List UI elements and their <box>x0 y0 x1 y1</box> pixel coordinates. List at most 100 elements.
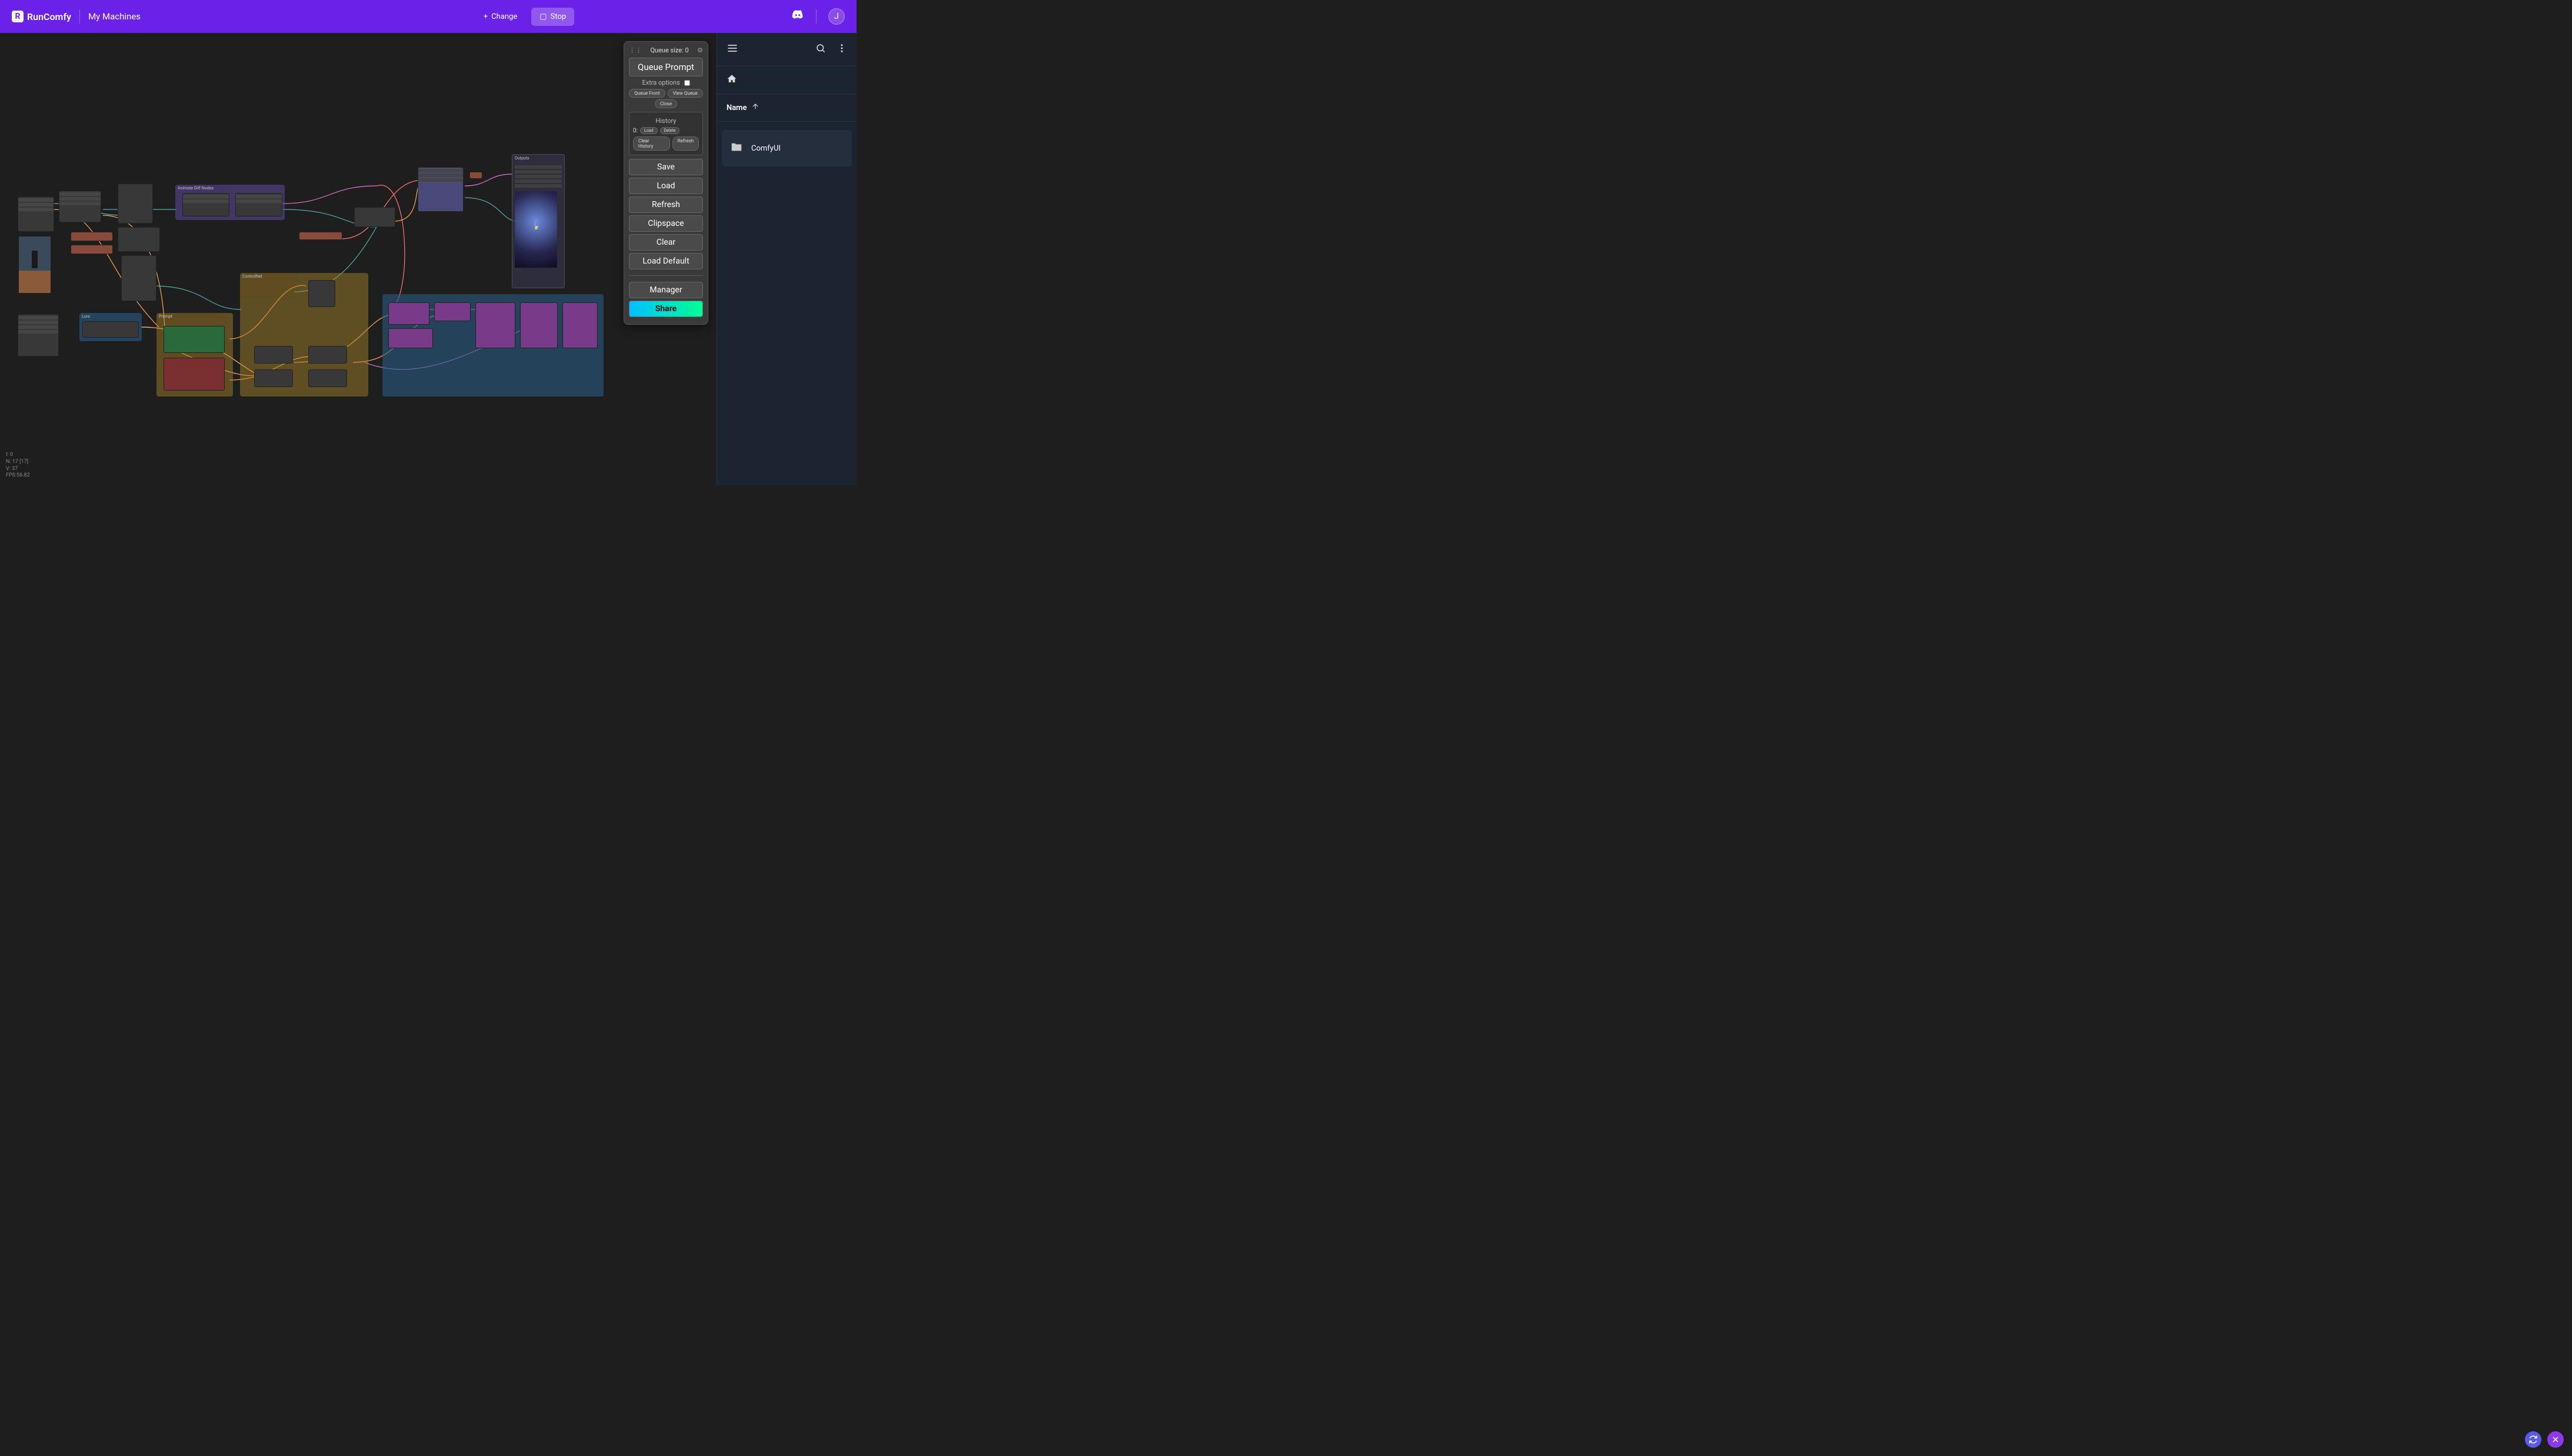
node-c[interactable] <box>118 227 160 252</box>
node-hr4[interactable] <box>475 302 515 348</box>
more-icon[interactable] <box>837 43 847 56</box>
node-cn-preview[interactable] <box>308 280 335 307</box>
group-title: Animate Diff Nodes <box>175 185 285 192</box>
node-cn1[interactable] <box>254 346 293 364</box>
slot <box>418 174 463 177</box>
node-graph[interactable]: Animate Diff Nodes ControlNet Lora Promp… <box>0 33 717 485</box>
node-hr6[interactable] <box>562 302 598 348</box>
avatar[interactable]: J <box>828 8 845 25</box>
search-icon[interactable] <box>815 43 826 56</box>
node-cn3[interactable] <box>254 369 293 387</box>
node-cn2[interactable] <box>308 346 347 364</box>
queue-prompt-button[interactable]: Queue Prompt <box>629 58 703 76</box>
extra-options-row: Extra options <box>629 79 703 86</box>
node-a[interactable] <box>59 191 101 222</box>
top-header: R RunComfy My Machines + Change ▢ Stop J <box>0 0 857 33</box>
close-button[interactable] <box>2547 1431 2564 1448</box>
logo-icon: R <box>12 11 24 22</box>
clear-history-button[interactable]: Clear History <box>633 136 670 151</box>
node-prompt-neg[interactable] <box>164 358 225 391</box>
stat-fps: FPS:56.82 <box>6 472 30 479</box>
node-lora[interactable] <box>82 321 139 338</box>
floating-actions <box>2525 1431 2564 1448</box>
sidebar-topbar <box>717 33 857 66</box>
node-red1[interactable] <box>71 232 113 241</box>
node-hr1[interactable] <box>388 302 429 325</box>
slot <box>18 203 54 206</box>
folder-name: ComfyUI <box>751 144 781 153</box>
node-anim2[interactable] <box>235 193 282 216</box>
slot <box>59 197 101 201</box>
node-red3[interactable] <box>299 232 342 240</box>
wires <box>0 33 717 485</box>
stat-i: I: 0 <box>6 452 30 459</box>
node-b[interactable] <box>118 184 153 224</box>
load-button[interactable]: Load <box>629 178 703 194</box>
slot <box>18 325 58 329</box>
history-load-button[interactable]: Load <box>640 127 658 134</box>
extra-options-checkbox[interactable] <box>684 80 690 86</box>
sidebar-home[interactable] <box>717 66 857 94</box>
header-center: + Change ▢ Stop <box>475 8 574 26</box>
gear-icon[interactable]: ⚙ <box>697 46 703 54</box>
stop-button[interactable]: ▢ Stop <box>531 8 574 26</box>
close-panel-button[interactable]: Close <box>655 99 677 108</box>
queue-front-button[interactable]: Queue Front <box>629 89 665 98</box>
node-cn4[interactable] <box>308 369 347 387</box>
node-d[interactable] <box>121 255 156 301</box>
group-title: ControlNet <box>240 273 368 280</box>
slot <box>418 169 463 172</box>
logo-text: RunComfy <box>27 11 71 22</box>
node-hr2[interactable] <box>434 302 471 321</box>
group-outputs[interactable]: Outputs <box>512 154 565 288</box>
header-left: R RunComfy My Machines <box>12 9 141 24</box>
folder-item-comfyui[interactable]: ComfyUI <box>722 130 852 166</box>
stop-icon: ▢ <box>539 12 547 21</box>
node-red2[interactable] <box>71 245 113 254</box>
manager-button[interactable]: Manager <box>629 282 703 298</box>
header-divider <box>79 9 80 24</box>
discord-icon[interactable] <box>791 9 804 24</box>
share-button[interactable]: Share <box>629 301 703 317</box>
change-button[interactable]: + Change <box>475 8 525 26</box>
sidebar-column-header[interactable]: Name <box>717 94 857 122</box>
slot <box>236 195 282 198</box>
output-slot <box>515 170 562 174</box>
history-delete-button[interactable]: Delete <box>660 127 680 134</box>
logo[interactable]: R RunComfy <box>12 11 71 22</box>
slot <box>183 195 229 198</box>
clear-button[interactable]: Clear <box>629 234 703 251</box>
node-hr3[interactable] <box>388 328 433 348</box>
node-prompt-pos[interactable] <box>164 326 225 353</box>
node-load-image[interactable] <box>18 196 54 232</box>
canvas-area[interactable]: Animate Diff Nodes ControlNet Lora Promp… <box>0 33 717 485</box>
node-sampler[interactable] <box>418 167 464 212</box>
menu-icon[interactable] <box>727 42 738 56</box>
my-machines-link[interactable]: My Machines <box>88 11 141 22</box>
node-red4[interactable] <box>469 172 482 179</box>
slot <box>183 199 229 203</box>
refresh-history-button[interactable]: Refresh <box>672 136 699 151</box>
save-button[interactable]: Save <box>629 159 703 175</box>
load-default-button[interactable]: Load Default <box>629 253 703 269</box>
control-panel[interactable]: ⋮⋮ Queue size: 0 ⚙ Queue Prompt Extra op… <box>624 41 708 325</box>
stat-n: N: 17 [17] <box>6 459 30 466</box>
slot <box>18 198 54 202</box>
input-image-thumbnail[interactable] <box>19 236 51 293</box>
clipspace-button[interactable]: Clipspace <box>629 215 703 232</box>
change-label: Change <box>491 12 517 21</box>
folder-icon <box>730 141 743 156</box>
refresh-button[interactable]: Refresh <box>629 196 703 213</box>
node-hr5[interactable] <box>520 302 558 348</box>
node-e[interactable] <box>354 207 395 227</box>
node-anim1[interactable] <box>182 193 229 216</box>
drag-handle-icon[interactable]: ⋮⋮ <box>629 46 642 54</box>
extra-options-label: Extra options <box>642 79 679 86</box>
node-checkpoint[interactable] <box>18 314 59 356</box>
slot <box>59 192 101 196</box>
sort-up-icon[interactable] <box>751 102 759 113</box>
sync-button[interactable] <box>2525 1431 2541 1448</box>
panel-divider <box>629 275 703 276</box>
view-queue-button[interactable]: View Queue <box>668 89 703 98</box>
output-preview-image[interactable] <box>515 191 557 268</box>
